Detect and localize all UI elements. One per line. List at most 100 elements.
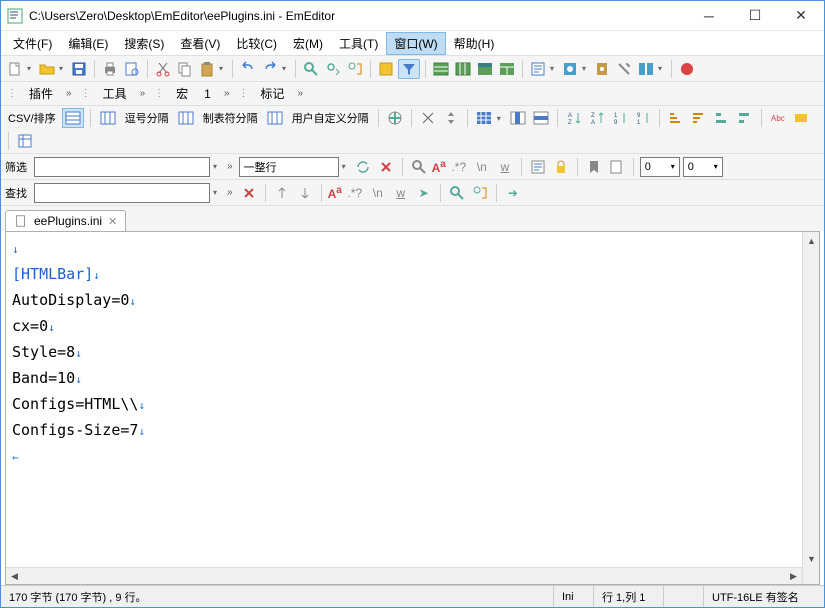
editor-line[interactable]: Configs=HTML\\↓ bbox=[12, 392, 813, 418]
csv-normal-icon[interactable] bbox=[62, 108, 84, 128]
chevron-icon[interactable]: » bbox=[221, 88, 233, 99]
replace-dialog-icon[interactable] bbox=[470, 183, 490, 203]
menu-item[interactable]: 编辑(E) bbox=[60, 32, 116, 55]
incremental-icon[interactable]: ➤ bbox=[414, 183, 434, 203]
csv-comma-icon[interactable] bbox=[97, 108, 119, 128]
cut-icon[interactable] bbox=[153, 59, 173, 79]
editor-line[interactable]: cx=0↓ bbox=[12, 314, 813, 340]
highlight-abc-icon[interactable]: Abc bbox=[768, 108, 788, 128]
csv-tool-1-icon[interactable] bbox=[385, 108, 405, 128]
tab-close-icon[interactable]: ✕ bbox=[108, 215, 117, 228]
search-icon[interactable] bbox=[301, 59, 321, 79]
bookmark-icon[interactable] bbox=[376, 59, 396, 79]
sort-num-desc-icon[interactable]: 91 bbox=[633, 108, 653, 128]
close-toolbar-icon[interactable]: ➜ bbox=[503, 183, 523, 203]
csv-user-icon[interactable] bbox=[264, 108, 286, 128]
filter-lock-icon[interactable] bbox=[551, 157, 571, 177]
dropdown-icon[interactable]: ▾ bbox=[213, 188, 221, 197]
csv-extra-icon[interactable] bbox=[15, 131, 35, 151]
tab-handle[interactable]: ⋮ bbox=[236, 88, 250, 99]
editor-content[interactable]: ↓[HTMLBar]↓AutoDisplay=0↓cx=0↓Style=8↓Ba… bbox=[6, 232, 819, 474]
dropdown-icon[interactable]: ▾ bbox=[497, 114, 505, 123]
editor-line[interactable]: Style=8↓ bbox=[12, 340, 813, 366]
undo-icon[interactable] bbox=[238, 59, 258, 79]
scroll-up-icon[interactable]: ▲ bbox=[803, 232, 820, 249]
find-input[interactable] bbox=[34, 183, 210, 203]
vertical-scrollbar[interactable]: ▲ ▼ bbox=[802, 232, 819, 584]
tools-icon[interactable] bbox=[614, 59, 634, 79]
toolbar-tab[interactable]: 工具 bbox=[97, 83, 133, 104]
properties-icon[interactable] bbox=[528, 59, 548, 79]
escape-icon[interactable]: \n bbox=[472, 157, 492, 177]
minimize-button[interactable]: ─ bbox=[686, 1, 732, 30]
view-mode-4-icon[interactable] bbox=[497, 59, 517, 79]
editor-line[interactable]: AutoDisplay=0↓ bbox=[12, 288, 813, 314]
tab-handle[interactable]: ⋮ bbox=[5, 88, 19, 99]
view-mode-1-icon[interactable] bbox=[431, 59, 451, 79]
scroll-right-icon[interactable]: ▶ bbox=[785, 568, 802, 585]
redo-icon[interactable] bbox=[260, 59, 280, 79]
sort-num-asc-icon[interactable]: 19 bbox=[610, 108, 630, 128]
csv-user-label[interactable]: 用户自定义分隔 bbox=[289, 110, 372, 126]
chevron-icon[interactable]: » bbox=[137, 88, 149, 99]
filter-list-icon[interactable] bbox=[528, 157, 548, 177]
csv-tool-3-icon[interactable] bbox=[441, 108, 461, 128]
menu-item[interactable]: 查看(V) bbox=[172, 32, 228, 55]
chevron-icon[interactable]: » bbox=[294, 88, 306, 99]
dropdown-icon[interactable]: ▾ bbox=[342, 162, 350, 171]
expand-icon[interactable]: » bbox=[224, 187, 236, 198]
menu-item[interactable]: 工具(T) bbox=[331, 32, 386, 55]
filter-find-icon[interactable] bbox=[409, 157, 429, 177]
filter-before-spin[interactable]: 0▾ bbox=[640, 157, 680, 177]
filter-after-spin[interactable]: 0▾ bbox=[683, 157, 723, 177]
maximize-button[interactable]: ☐ bbox=[732, 1, 778, 30]
editor-line[interactable]: Band=10↓ bbox=[12, 366, 813, 392]
csv-tab-label[interactable]: 制表符分隔 bbox=[200, 110, 261, 126]
editor-line[interactable]: Configs-Size=7↓ bbox=[12, 418, 813, 444]
view-mode-2-icon[interactable] bbox=[453, 59, 473, 79]
sort-len-asc-icon[interactable] bbox=[666, 108, 686, 128]
editor-line[interactable]: ↓ bbox=[12, 236, 813, 262]
sort-word-desc-icon[interactable] bbox=[735, 108, 755, 128]
menu-item[interactable]: 比较(C) bbox=[228, 32, 285, 55]
new-file-icon[interactable] bbox=[5, 59, 25, 79]
expand-icon[interactable]: » bbox=[224, 161, 236, 172]
dropdown-icon[interactable]: ▾ bbox=[582, 64, 590, 73]
config-icon[interactable] bbox=[560, 59, 580, 79]
editor-line[interactable]: [HTMLBar]↓ bbox=[12, 262, 813, 288]
toolbar-tab[interactable]: 标记 bbox=[254, 83, 290, 104]
menu-item[interactable]: 宏(M) bbox=[285, 32, 331, 55]
escape-icon[interactable]: \n bbox=[368, 183, 388, 203]
find-prev-icon[interactable] bbox=[272, 183, 292, 203]
search-next-icon[interactable] bbox=[323, 59, 343, 79]
paste-icon[interactable] bbox=[197, 59, 217, 79]
scroll-left-icon[interactable]: ◀ bbox=[6, 568, 23, 585]
find-next-icon[interactable] bbox=[295, 183, 315, 203]
print-icon[interactable] bbox=[100, 59, 120, 79]
menu-item[interactable]: 窗口(W) bbox=[386, 32, 445, 55]
regex-icon[interactable]: .*? bbox=[449, 157, 469, 177]
dropdown-icon[interactable]: ▾ bbox=[550, 64, 558, 73]
case-toggle-icon[interactable]: Aa bbox=[432, 159, 446, 175]
dropdown-icon[interactable]: ▾ bbox=[282, 64, 290, 73]
toolbar-tab[interactable]: 宏 bbox=[170, 83, 194, 104]
open-file-icon[interactable] bbox=[37, 59, 57, 79]
sort-word-asc-icon[interactable] bbox=[712, 108, 732, 128]
window-split-icon[interactable] bbox=[636, 59, 656, 79]
filter-clear-icon[interactable] bbox=[376, 157, 396, 177]
scroll-down-icon[interactable]: ▼ bbox=[803, 550, 820, 567]
sort-za-icon[interactable]: ZA bbox=[587, 108, 607, 128]
csv-tool-2-icon[interactable] bbox=[418, 108, 438, 128]
case-toggle-icon[interactable]: Aa bbox=[328, 185, 342, 201]
dropdown-icon[interactable]: ▾ bbox=[213, 162, 221, 171]
filter-refresh-icon[interactable] bbox=[353, 157, 373, 177]
filter-bookmark-icon[interactable] bbox=[584, 157, 604, 177]
toolbar-tab[interactable]: 插件 bbox=[23, 83, 59, 104]
dropdown-icon[interactable]: ▾ bbox=[59, 64, 67, 73]
filter-input[interactable] bbox=[34, 157, 210, 177]
csv-tab-icon[interactable] bbox=[175, 108, 197, 128]
whole-word-icon[interactable]: w bbox=[495, 157, 515, 177]
file-tab[interactable]: eePlugins.ini ✕ bbox=[5, 210, 126, 231]
close-button[interactable]: ✕ bbox=[778, 1, 824, 30]
filter-extract-icon[interactable] bbox=[607, 157, 627, 177]
